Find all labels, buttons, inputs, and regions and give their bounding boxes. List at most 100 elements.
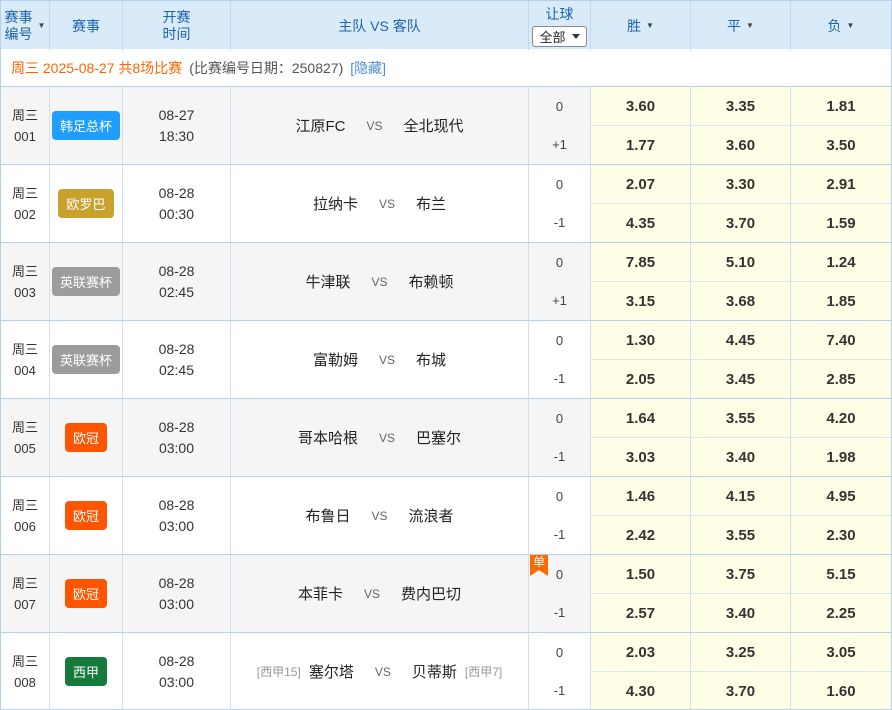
win-odds-column: 1.50 2.57 xyxy=(591,555,691,632)
league-cell: 欧罗巴 xyxy=(50,165,123,242)
lose-odds-column: 1.24 1.85 xyxy=(791,243,891,320)
draw-odds-column: 3.55 3.40 xyxy=(691,399,791,476)
draw-odds-column: 5.10 3.68 xyxy=(691,243,791,320)
col-header-match-no[interactable]: 赛事 编号 ▼ xyxy=(1,1,50,50)
odds-cell-lose[interactable]: 7.40 xyxy=(791,321,891,359)
odds-cell-draw[interactable]: 3.55 xyxy=(691,515,790,554)
col-header-lose[interactable]: 负 ▼ xyxy=(791,1,891,50)
odds-cell-draw[interactable]: 3.40 xyxy=(691,593,790,632)
odds-cell-win[interactable]: 3.03 xyxy=(591,437,690,476)
odds-cell-draw[interactable]: 3.60 xyxy=(691,125,790,164)
away-team: 巴塞尔 xyxy=(416,427,461,448)
lose-odds-column: 4.20 1.98 xyxy=(791,399,891,476)
odds-cell-lose[interactable]: 2.25 xyxy=(791,593,891,632)
hide-link[interactable]: [隐藏] xyxy=(350,58,386,78)
odds-cell-win[interactable]: 2.57 xyxy=(591,593,690,632)
league-badge: 欧冠 xyxy=(65,423,107,452)
match-teams: [西甲15] 塞尔塔 VS 贝蒂斯 [西甲7] xyxy=(231,633,529,710)
odds-cell-lose[interactable]: 1.24 xyxy=(791,243,891,281)
match-number: 周三 006 xyxy=(1,477,50,554)
odds-cell-lose[interactable]: 1.85 xyxy=(791,281,891,320)
odds-cell-lose[interactable]: 1.59 xyxy=(791,203,891,242)
odds-cell-win[interactable]: 1.77 xyxy=(591,125,690,164)
handicap-value: 0 xyxy=(529,477,590,516)
match-teams: 拉纳卡 VS 布兰 xyxy=(231,165,529,242)
col-header-win[interactable]: 胜 ▼ xyxy=(591,1,691,50)
odds-cell-win[interactable]: 2.03 xyxy=(591,633,690,671)
win-odds-column: 3.60 1.77 xyxy=(591,87,691,164)
home-team: 布鲁日 xyxy=(305,505,350,526)
odds-cell-lose[interactable]: 3.05 xyxy=(791,633,891,671)
match-number: 周三 005 xyxy=(1,399,50,476)
handicap-value: -1 xyxy=(529,594,590,633)
odds-cell-win[interactable]: 4.30 xyxy=(591,671,690,710)
odds-cell-lose[interactable]: 4.95 xyxy=(791,477,891,515)
odds-cell-lose[interactable]: 5.15 xyxy=(791,555,891,593)
match-number: 周三 004 xyxy=(1,321,50,398)
odds-cell-win[interactable]: 2.07 xyxy=(591,165,690,203)
odds-cell-win[interactable]: 3.15 xyxy=(591,281,690,320)
odds-cell-lose[interactable]: 2.91 xyxy=(791,165,891,203)
vs-label: VS xyxy=(371,275,387,289)
win-odds-column: 1.46 2.42 xyxy=(591,477,691,554)
handicap-cell: 0 -1 xyxy=(529,477,591,554)
col-header-teams: 主队 VS 客队 xyxy=(231,1,529,50)
handicap-filter-select[interactable]: 全部 xyxy=(532,26,586,47)
odds-cell-lose[interactable]: 1.98 xyxy=(791,437,891,476)
odds-cell-draw[interactable]: 3.70 xyxy=(691,203,790,242)
lose-odds-column: 1.81 3.50 xyxy=(791,87,891,164)
sort-arrow-icon: ▼ xyxy=(847,22,855,30)
odds-cell-lose[interactable]: 2.30 xyxy=(791,515,891,554)
odds-cell-draw[interactable]: 4.15 xyxy=(691,477,790,515)
odds-cell-lose[interactable]: 4.20 xyxy=(791,399,891,437)
handicap-cell: 0 +1 xyxy=(529,87,591,164)
odds-cell-win[interactable]: 1.30 xyxy=(591,321,690,359)
odds-cell-win[interactable]: 2.05 xyxy=(591,359,690,398)
draw-odds-column: 4.15 3.55 xyxy=(691,477,791,554)
home-team: 牛津联 xyxy=(305,271,350,292)
odds-cell-lose[interactable]: 2.85 xyxy=(791,359,891,398)
win-odds-column: 1.64 3.03 xyxy=(591,399,691,476)
handicap-value: -1 xyxy=(529,672,590,710)
handicap-cell: 单 0 -1 xyxy=(529,555,591,632)
league-badge: 英联赛杯 xyxy=(52,267,120,296)
draw-odds-column: 3.35 3.60 xyxy=(691,87,791,164)
handicap-value: -1 xyxy=(529,516,590,555)
draw-odds-column: 4.45 3.45 xyxy=(691,321,791,398)
odds-cell-draw[interactable]: 3.70 xyxy=(691,671,790,710)
col-header-draw[interactable]: 平 ▼ xyxy=(691,1,791,50)
odds-cell-draw[interactable]: 3.55 xyxy=(691,399,790,437)
odds-cell-win[interactable]: 7.85 xyxy=(591,243,690,281)
odds-cell-draw[interactable]: 3.45 xyxy=(691,359,790,398)
league-cell: 欧冠 xyxy=(50,477,123,554)
odds-cell-win[interactable]: 4.35 xyxy=(591,203,690,242)
odds-cell-lose[interactable]: 3.50 xyxy=(791,125,891,164)
match-row: 周三 007 欧冠 08-28 03:00 本菲卡 VS 费内巴切 单 0 -1… xyxy=(1,554,891,632)
odds-cell-draw[interactable]: 3.30 xyxy=(691,165,790,203)
league-badge: 韩足总杯 xyxy=(52,111,120,140)
home-team: 富勒姆 xyxy=(313,349,358,370)
odds-cell-draw[interactable]: 3.25 xyxy=(691,633,790,671)
chevron-down-icon xyxy=(572,34,580,39)
odds-cell-win[interactable]: 1.64 xyxy=(591,399,690,437)
match-time: 08-28 02:45 xyxy=(123,321,231,398)
handicap-value: 0 xyxy=(529,165,590,204)
odds-cell-draw[interactable]: 3.68 xyxy=(691,281,790,320)
match-teams: 布鲁日 VS 流浪者 xyxy=(231,477,529,554)
odds-cell-draw[interactable]: 4.45 xyxy=(691,321,790,359)
odds-cell-win[interactable]: 2.42 xyxy=(591,515,690,554)
handicap-cell: 0 -1 xyxy=(529,633,591,710)
odds-cell-win[interactable]: 3.60 xyxy=(591,87,690,125)
odds-cell-draw[interactable]: 3.35 xyxy=(691,87,790,125)
col-header-time: 开赛 时间 xyxy=(123,1,231,50)
odds-cell-win[interactable]: 1.50 xyxy=(591,555,690,593)
away-team: 布城 xyxy=(416,349,446,370)
odds-cell-win[interactable]: 1.46 xyxy=(591,477,690,515)
odds-cell-draw[interactable]: 5.10 xyxy=(691,243,790,281)
odds-cell-lose[interactable]: 1.81 xyxy=(791,87,891,125)
odds-cell-draw[interactable]: 3.40 xyxy=(691,437,790,476)
win-odds-column: 7.85 3.15 xyxy=(591,243,691,320)
odds-cell-draw[interactable]: 3.75 xyxy=(691,555,790,593)
handicap-value: 0 xyxy=(529,633,590,672)
odds-cell-lose[interactable]: 1.60 xyxy=(791,671,891,710)
